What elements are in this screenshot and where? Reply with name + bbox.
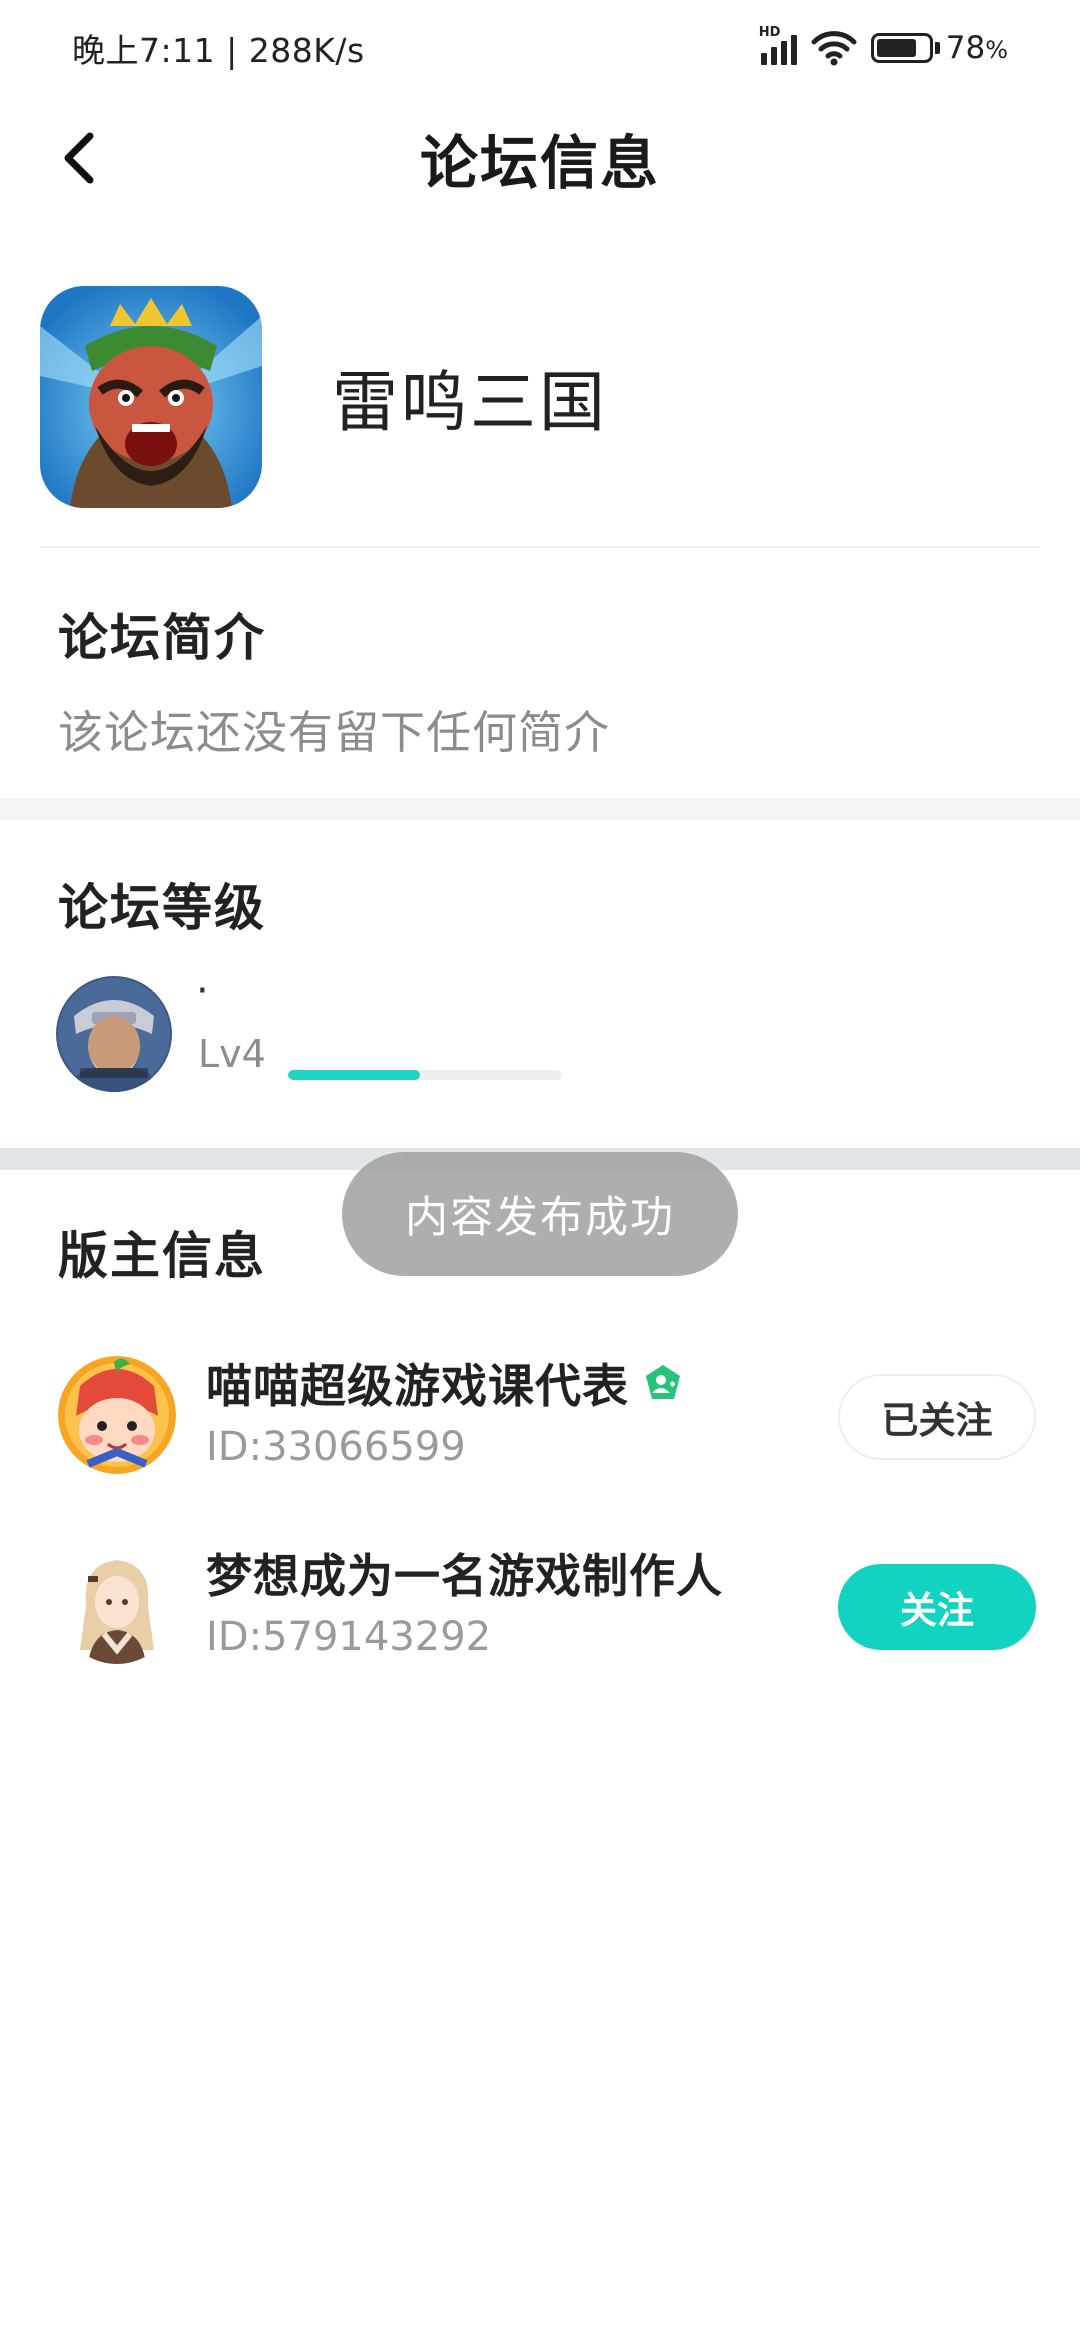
page-title: 论坛信息: [419, 129, 660, 197]
chevron-left-icon: [64, 132, 94, 184]
moderator-item[interactable]: 梦想成为一名游戏制作人 ID:579143292 关注: [58, 1546, 1038, 1676]
moderator-id: ID:33066599: [206, 1424, 466, 1470]
intro-section-title: 论坛简介: [58, 609, 266, 667]
status-time-speed: 晚上7:11 | 288K/s: [72, 31, 365, 70]
moderators-section-title: 版主信息: [58, 1227, 266, 1285]
moderator-item[interactable]: 喵喵超级游戏课代表 ID:33066599 已关注: [58, 1356, 1038, 1486]
battery-level: [876, 39, 916, 57]
level-label: Lv4: [198, 1032, 266, 1076]
followed-button[interactable]: 已关注: [838, 1374, 1036, 1460]
wifi-icon: [811, 31, 857, 66]
avatar: [56, 976, 172, 1092]
status-icons: HD 78%: [759, 25, 1008, 66]
battery-icon: 78%: [870, 30, 1008, 66]
back-button[interactable]: [44, 122, 116, 194]
moderator-name: 喵喵超级游戏课代表: [206, 1350, 683, 1416]
forum-header: 雷鸣三国: [40, 286, 1040, 508]
hd-signal-icon: HD: [759, 25, 797, 65]
level-section-title: 论坛等级: [58, 879, 266, 937]
avatar[interactable]: [58, 1546, 176, 1664]
section-divider: [0, 798, 1080, 820]
hd-label: HD: [758, 25, 781, 40]
header: 论坛信息: [0, 100, 1080, 216]
level-progress-fill: [288, 1070, 420, 1080]
battery-percent: 78%: [945, 30, 1008, 66]
moderator-name: 梦想成为一名游戏制作人: [206, 1549, 723, 1603]
divider: [40, 546, 1040, 548]
forum-level-row[interactable]: · Lv4: [56, 968, 756, 1092]
avatar[interactable]: [58, 1356, 176, 1474]
game-app-icon: [40, 286, 262, 508]
status-bar: 晚上7:11 | 288K/s HD 78%: [0, 0, 1080, 96]
moderator-id: ID:579143292: [206, 1614, 492, 1660]
verified-user-icon: [646, 1365, 680, 1399]
level-progress-bar: [288, 1070, 562, 1080]
forum-name: 雷鸣三国: [332, 364, 608, 441]
toast-message: 内容发布成功: [342, 1152, 738, 1276]
intro-text: 该论坛还没有留下任何简介: [58, 706, 611, 759]
follow-button[interactable]: 关注: [838, 1564, 1036, 1650]
level-user-name: ·: [196, 968, 209, 1014]
